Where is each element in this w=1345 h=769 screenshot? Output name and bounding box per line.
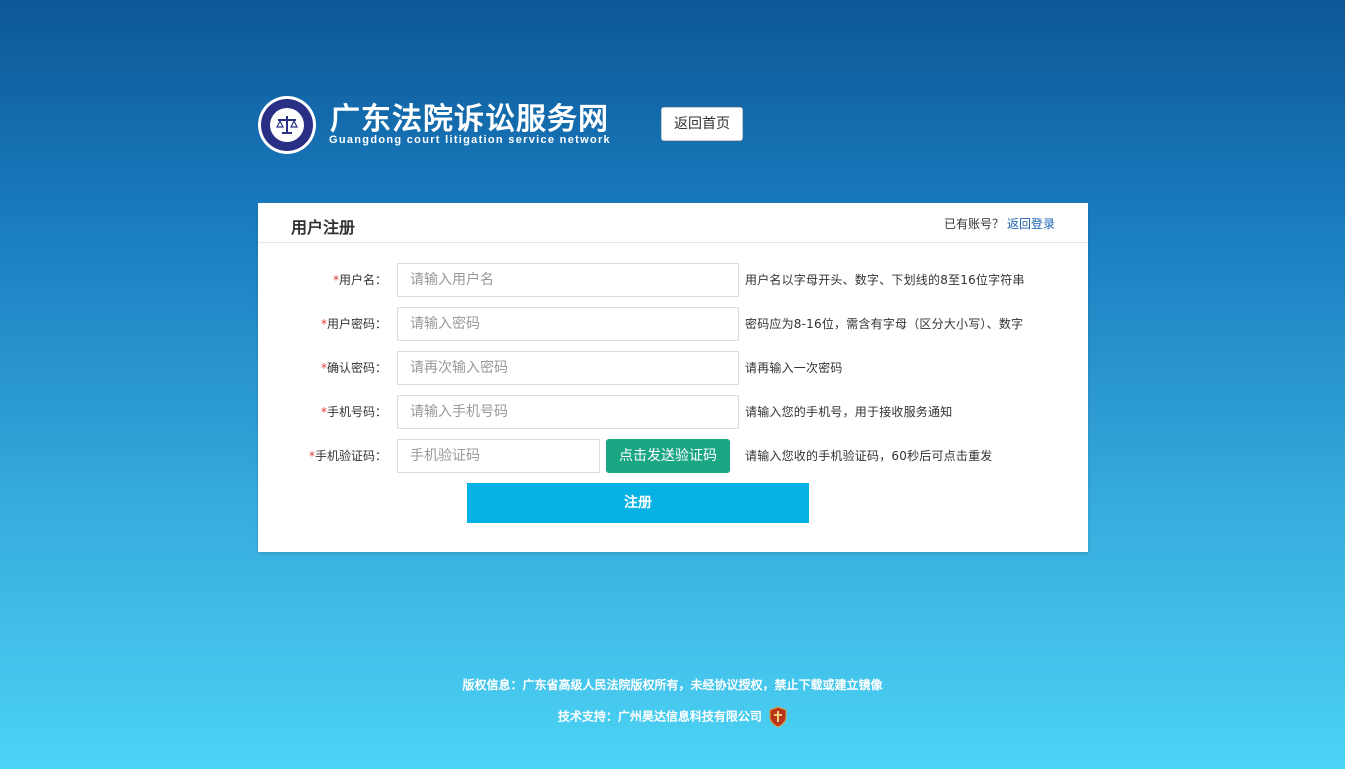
- username-row: *用户名： 用户名以字母开头、数字、下划线的8至16位字符串: [258, 263, 1088, 297]
- sms-code-label: *手机验证码：: [308, 449, 387, 463]
- password-hint: 密码应为8-16位，需含有字母（区分大小写）、数字: [745, 317, 1024, 331]
- username-label: *用户名：: [332, 273, 387, 287]
- sms-code-hint: 请输入您收的手机验证码，60秒后可点击重发: [745, 449, 993, 463]
- back-login-link[interactable]: 返回登录: [1007, 217, 1055, 231]
- footer-support: 技术支持：广州昊达信息科技有限公司: [0, 706, 1345, 728]
- password-row: *用户密码： 密码应为8-16位，需含有字母（区分大小写）、数字: [258, 307, 1088, 341]
- have-account-text: 已有账号？: [943, 217, 1004, 231]
- phone-label: *手机号码：: [320, 405, 387, 419]
- register-button[interactable]: 注册: [467, 483, 809, 523]
- sms-code-row: *手机验证码： 点击发送验证码 请输入您收的手机验证码，60秒后可点击重发: [258, 439, 1088, 473]
- court-emblem-icon: [258, 96, 316, 154]
- back-home-button[interactable]: 返回首页: [661, 107, 743, 141]
- send-code-button[interactable]: 点击发送验证码: [606, 439, 730, 473]
- confirm-password-hint: 请再输入一次密码: [745, 361, 843, 375]
- confirm-password-input[interactable]: [397, 351, 739, 385]
- panel-title: 用户注册: [291, 218, 356, 237]
- confirm-password-row: *确认密码： 请再输入一次密码: [258, 351, 1088, 385]
- sms-code-input[interactable]: [397, 439, 600, 473]
- panel-header: 用户注册 已有账号？ 返回登录: [258, 203, 1088, 243]
- username-input[interactable]: [397, 263, 739, 297]
- footer-support-text: 技术支持：广州昊达信息科技有限公司: [557, 709, 762, 724]
- confirm-password-label: *确认密码：: [320, 361, 387, 375]
- site-subtitle: Guangdong court litigation service netwo…: [329, 134, 611, 146]
- site-title: 广东法院诉讼服务网: [330, 102, 609, 137]
- register-panel: 用户注册 已有账号？返回登录 *用户名： 用户名以字母开头、数字、下划线的8至1…: [258, 203, 1088, 552]
- footer-copyright: 版权信息：广东省高级人民法院版权所有，未经协议授权，禁止下载或建立镜像: [462, 678, 883, 692]
- password-label: *用户密码：: [320, 317, 387, 331]
- password-input[interactable]: [397, 307, 739, 341]
- have-account-prompt: 已有账号？ 返回登录: [944, 215, 1055, 232]
- phone-hint: 请输入您的手机号，用于接收服务通知: [745, 405, 953, 419]
- security-badge-icon: [769, 706, 787, 728]
- phone-row: *手机号码： 请输入您的手机号，用于接收服务通知: [258, 395, 1088, 429]
- username-hint: 用户名以字母开头、数字、下划线的8至16位字符串: [745, 273, 1025, 287]
- phone-input[interactable]: [397, 395, 739, 429]
